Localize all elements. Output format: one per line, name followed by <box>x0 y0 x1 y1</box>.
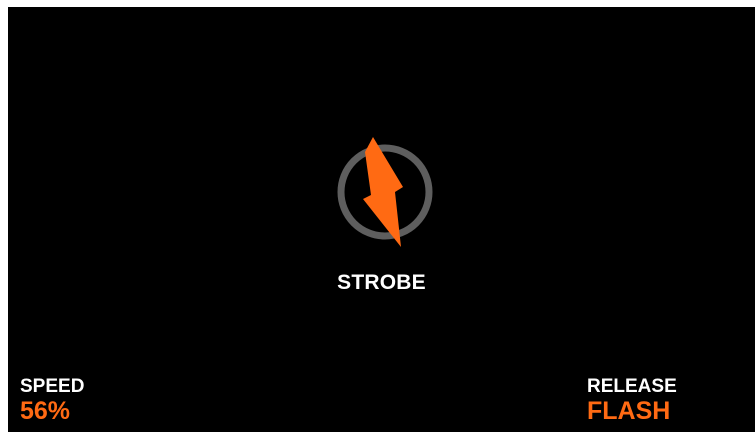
speed-label: SPEED <box>20 376 85 397</box>
speed-value: 56% <box>20 397 71 425</box>
release-parameter: RELEASE FLASH <box>587 376 677 424</box>
release-label: RELEASE <box>587 376 677 397</box>
strobe-display: STROBE SPEED 56% RELEASE FLASH <box>8 7 755 432</box>
release-value: FLASH <box>587 397 671 425</box>
speed-parameter: SPEED 56% <box>20 376 84 424</box>
mode-label: STROBE <box>337 271 426 294</box>
lightning-bolt-icon <box>335 137 435 249</box>
